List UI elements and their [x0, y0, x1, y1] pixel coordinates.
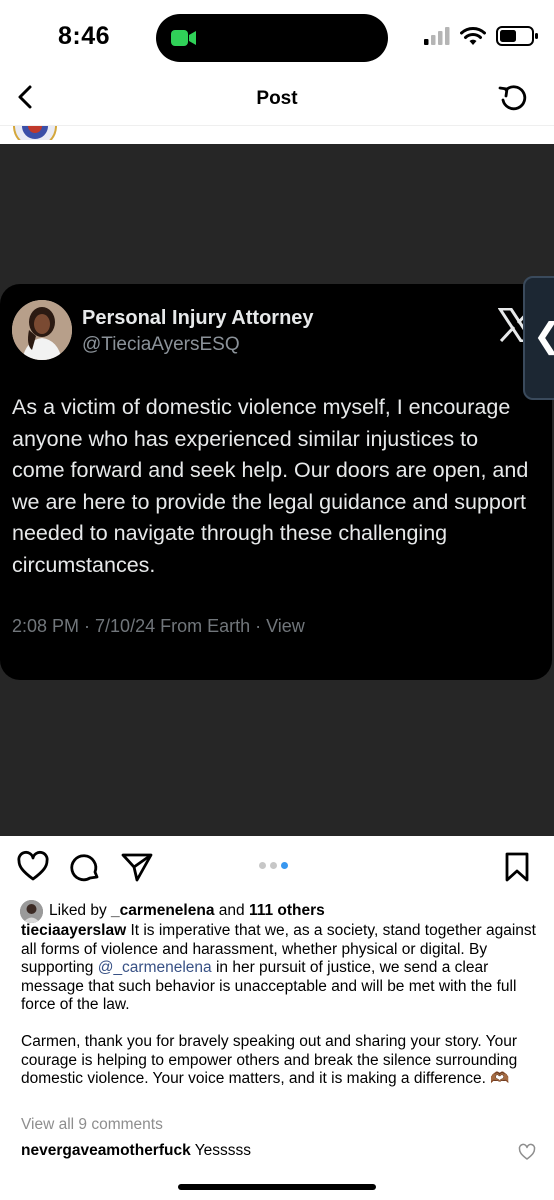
- post-image[interactable]: Personal Injury Attorney @TieciaAyersESQ…: [0, 144, 554, 836]
- status-bar: 8:46: [0, 0, 554, 70]
- caption-username[interactable]: tieciaayerslaw: [21, 922, 126, 939]
- signal-icon: [424, 27, 450, 45]
- share-send-icon[interactable]: [120, 850, 154, 884]
- caption-paragraph-2: Carmen, thank you for bravely speaking o…: [21, 1033, 518, 1087]
- view-all-comments-link[interactable]: View all 9 comments: [21, 1116, 163, 1134]
- comment-username[interactable]: nevergaveamotherfuck: [21, 1142, 191, 1159]
- tweet-avatar: [12, 300, 72, 360]
- likes-prefix: Liked by: [49, 902, 107, 919]
- chevron-left-icon: ❮: [533, 316, 554, 356]
- liker-username[interactable]: _carmenelena: [111, 902, 214, 920]
- carousel-dot: [270, 862, 277, 869]
- wifi-icon: [460, 27, 486, 45]
- page-title: Post: [256, 88, 298, 109]
- caption-mention[interactable]: @_carmenelena: [98, 959, 212, 976]
- battery-icon: [496, 26, 538, 46]
- comment-item: nevergaveamotherfuck Yesssss: [21, 1142, 251, 1160]
- nav-bar: Post: [0, 70, 554, 126]
- tweet-body: As a victim of domestic violence myself,…: [12, 395, 529, 577]
- comment-icon[interactable]: [68, 850, 102, 884]
- comment-like-heart-icon[interactable]: [518, 1143, 536, 1161]
- tweet-meta: 2:08 PM · 7/10/24 From Earth · View: [12, 616, 305, 636]
- likes-others-count[interactable]: 111 others: [249, 902, 325, 920]
- refresh-button[interactable]: [496, 80, 530, 114]
- home-indicator[interactable]: [178, 1184, 376, 1190]
- likes-middle: and: [214, 902, 249, 919]
- comment-text: Yesssss: [190, 1142, 252, 1159]
- tweet-author-name: Personal Injury Attorney: [82, 307, 314, 329]
- author-avatar-peek: [13, 126, 57, 140]
- tweet-card: Personal Injury Attorney @TieciaAyersESQ…: [0, 284, 552, 680]
- dynamic-island: [156, 14, 388, 62]
- post-caption: tieciaayerslaw It is imperative that we,…: [21, 922, 536, 1107]
- carousel-indicator: [259, 862, 288, 869]
- side-drawer-tab[interactable]: ❮: [523, 276, 554, 400]
- carousel-dot-active: [281, 862, 288, 869]
- facetime-camera-icon: [171, 30, 196, 46]
- post-actions: [0, 836, 554, 900]
- status-icons: [424, 24, 540, 48]
- like-heart-icon[interactable]: [16, 850, 50, 884]
- save-bookmark-icon[interactable]: [500, 850, 534, 884]
- liker-avatar: [20, 899, 43, 923]
- likes-summary[interactable]: Liked by _carmenelena and 111 others: [20, 899, 325, 923]
- tweet-author-handle: @TieciaAyersESQ: [82, 334, 240, 355]
- carousel-dot: [259, 862, 266, 869]
- status-time: 8:46: [58, 22, 111, 50]
